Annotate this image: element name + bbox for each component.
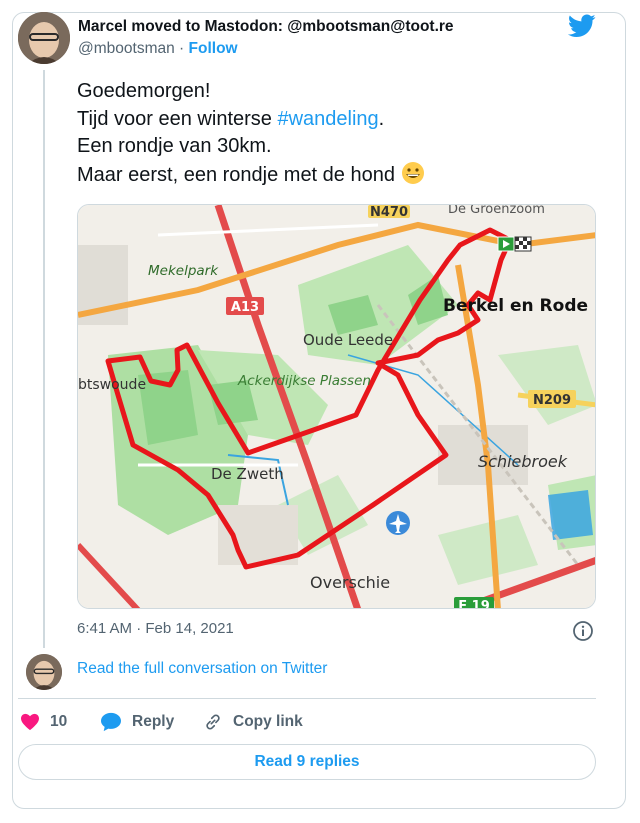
divider [18, 698, 596, 699]
tweet-line-4: Maar eerst, een rondje met de hond [77, 163, 401, 186]
follow-button[interactable]: Follow [189, 40, 238, 57]
map-label-n470: N470 [370, 205, 408, 220]
map-label-oude-leede: Oude Leede [303, 331, 393, 349]
twitter-bird-icon[interactable] [568, 14, 596, 38]
reply-label: Reply [132, 713, 175, 730]
map-label-a13: A13 [231, 300, 259, 315]
link-icon [206, 714, 220, 730]
tweet-line-1: Goedemorgen! [77, 80, 211, 102]
tweet-text: Goedemorgen! Tijd voor een winterse #wan… [77, 78, 597, 189]
copy-link-label: Copy link [233, 713, 303, 730]
read-full-conversation-link[interactable]: Read the full conversation on Twitter [77, 660, 327, 678]
map-label-n209: N209 [533, 393, 571, 408]
author-handle[interactable]: @mbootsman [78, 40, 175, 57]
author-handle-row: @mbootsman · Follow [78, 40, 238, 58]
reply-button[interactable]: Reply [100, 710, 174, 734]
like-button[interactable]: 10 [20, 710, 67, 734]
author-name[interactable]: Marcel moved to Mastodon: @mbootsman@too… [78, 18, 454, 36]
map-label-overschie: Overschie [310, 573, 390, 592]
route-map-image[interactable]: A13 N470 N209 E 19 De Groenzoom Mekelpar… [77, 204, 596, 609]
author-avatar-small[interactable] [26, 654, 62, 690]
map-label-ackerdijkse: Ackerdijkse Plassen [237, 373, 371, 389]
grinning-face-icon [401, 161, 424, 184]
heart-icon [21, 713, 39, 731]
thread-line [43, 70, 45, 648]
map-label-de-groenzoom: De Groenzoom [448, 205, 545, 217]
map-label-de-zweth: De Zweth [211, 465, 284, 483]
read-replies-button[interactable]: Read 9 replies [18, 744, 596, 780]
handle-separator: · [179, 40, 185, 57]
like-count: 10 [50, 713, 68, 730]
tweet-timestamp[interactable]: 6:41 AM · Feb 14, 2021 [77, 620, 234, 637]
map-label-e19: E 19 [458, 599, 490, 609]
map-label-mekelpark: Mekelpark [148, 263, 219, 279]
hashtag-link[interactable]: #wandeling [277, 108, 378, 130]
map-label-btswoude: btswoude [78, 377, 146, 393]
map-label-schiebroek: Schiebroek [478, 452, 568, 471]
info-icon[interactable] [572, 620, 594, 642]
tweet-line-3: Een rondje van 30km. [77, 135, 272, 157]
copy-link-button[interactable]: Copy link [203, 710, 303, 734]
author-avatar[interactable] [18, 12, 70, 64]
tweet-line-2-prefix: Tijd voor een winterse [77, 107, 278, 130]
tweet-line-2-suffix: . [378, 107, 385, 130]
map-label-berkel: Berkel en Rode [443, 296, 588, 316]
reply-bubble-icon [101, 712, 121, 732]
